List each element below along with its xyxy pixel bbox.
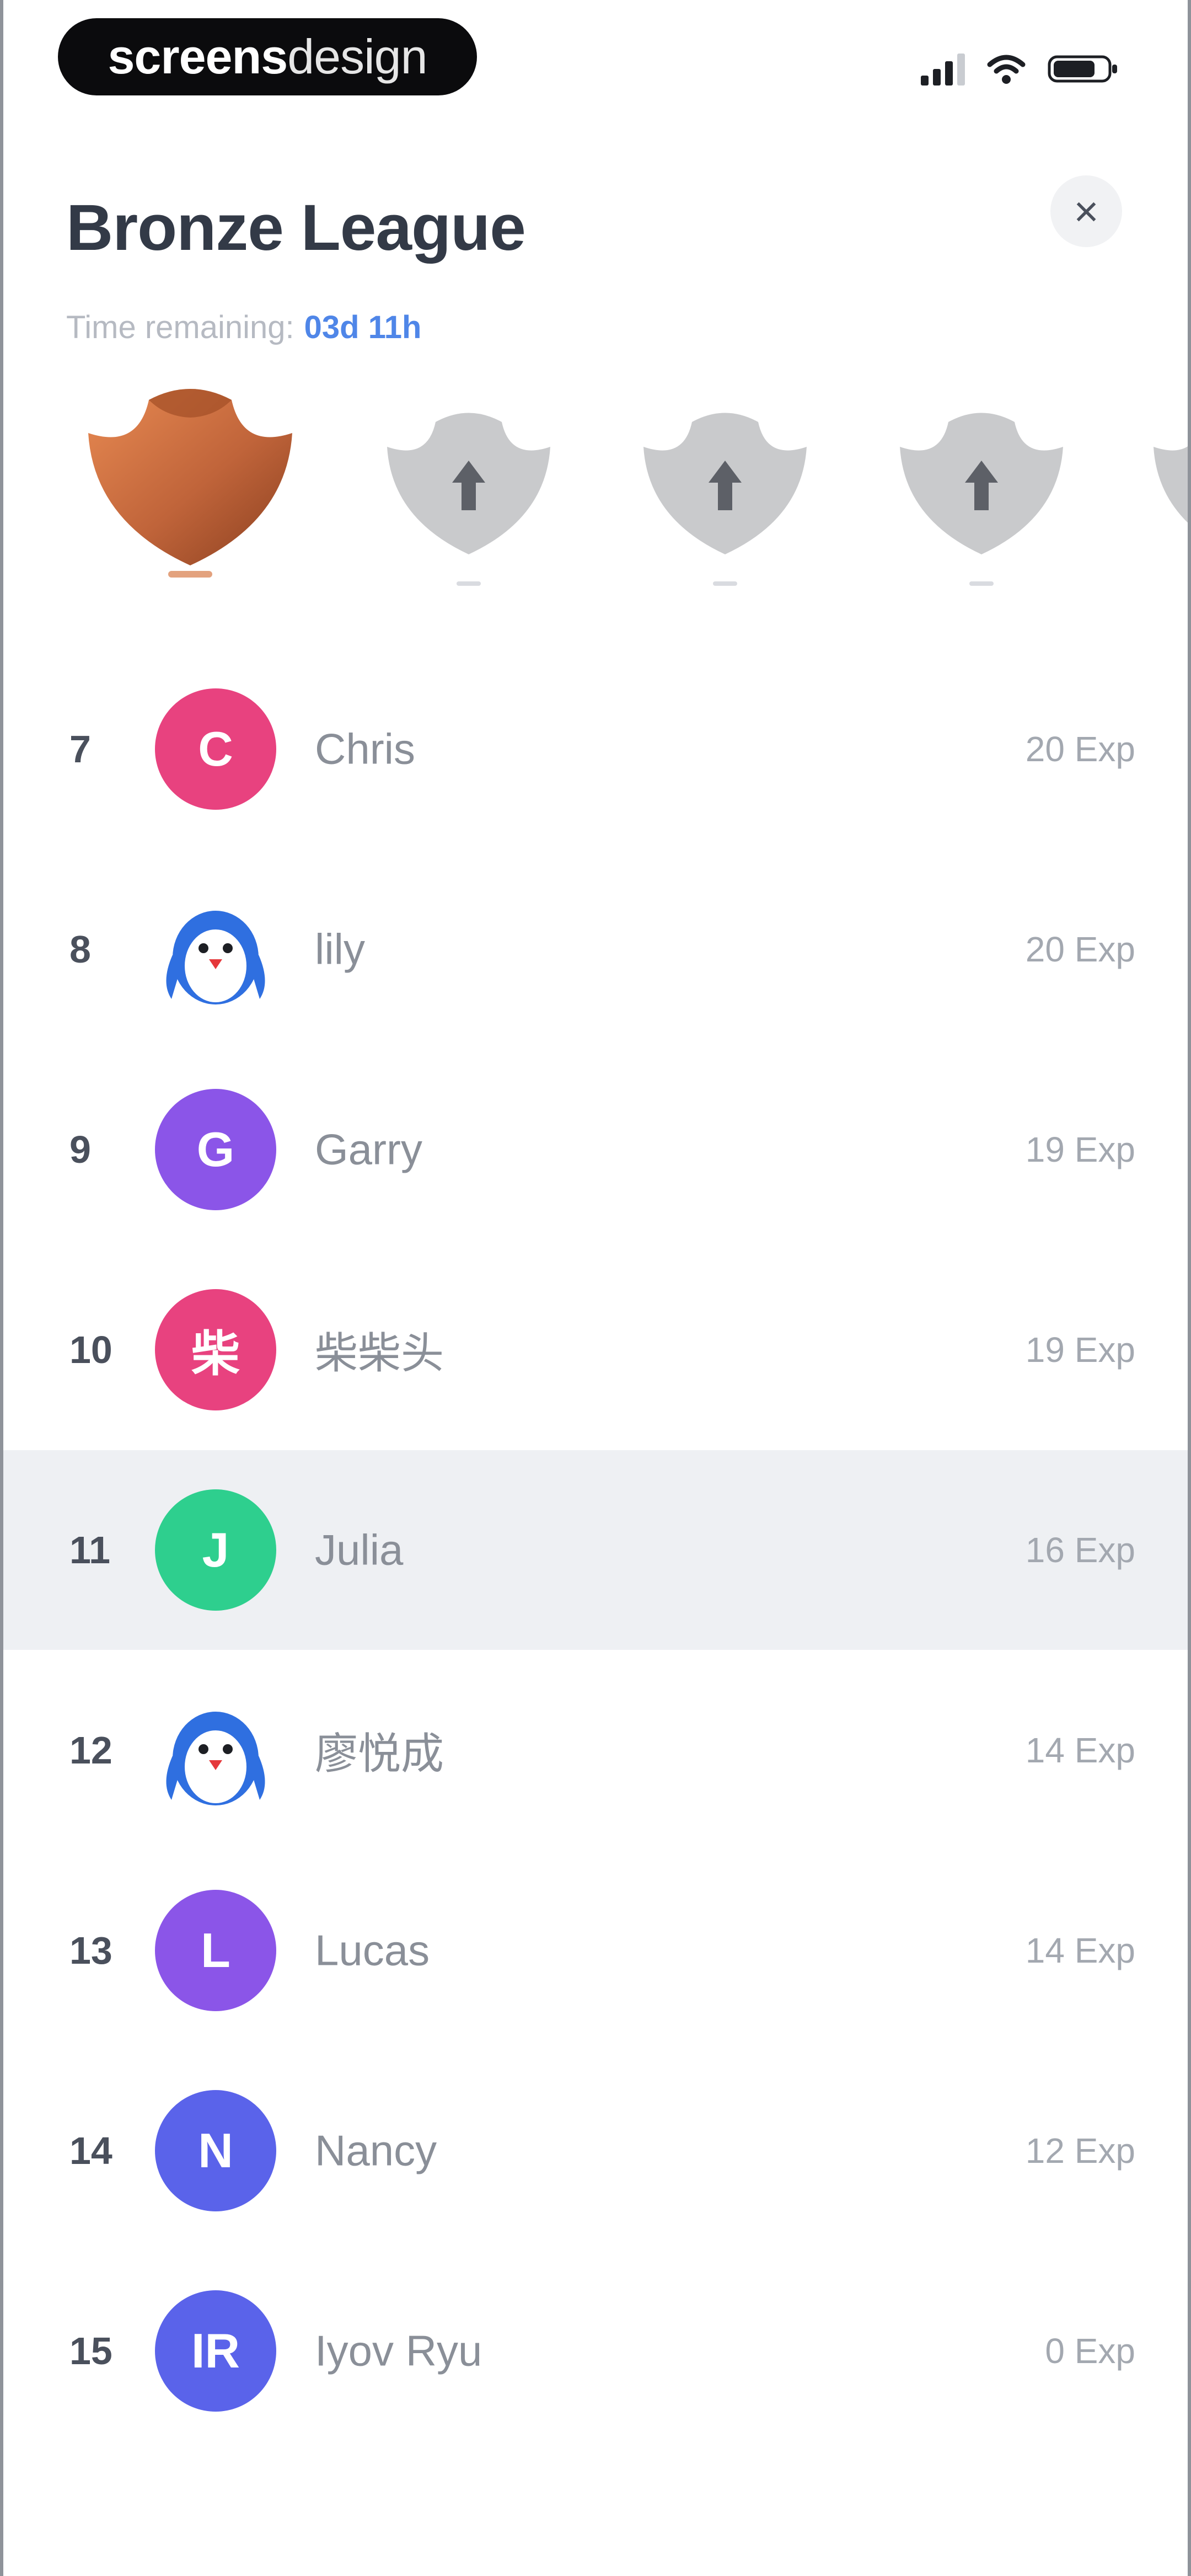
- leaderboard-row[interactable]: 11 J Julia 16 Exp: [3, 1450, 1188, 1650]
- leaderboard-row[interactable]: 8 lily 20 Exp: [3, 849, 1188, 1049]
- rank-number: 10: [69, 1328, 112, 1371]
- rank-number: 12: [69, 1729, 112, 1772]
- player-exp: 20 Exp: [1025, 729, 1135, 769]
- device-frame-right: [1188, 0, 1191, 2576]
- player-name: Chris: [315, 724, 416, 773]
- avatar[interactable]: G: [155, 1089, 276, 1210]
- close-icon: ×: [1074, 186, 1099, 236]
- league-badge-dash: [969, 581, 994, 586]
- time-remaining: Time remaining: 03d 11h: [66, 309, 421, 346]
- leaderboard-row[interactable]: 15 IR Iyov Ryu 0 Exp: [3, 2251, 1188, 2451]
- avatar-initials: G: [196, 1122, 235, 1177]
- avatar-initials: N: [198, 2123, 233, 2178]
- player-exp: 14 Exp: [1025, 1931, 1135, 1970]
- avatar[interactable]: 柴: [155, 1289, 276, 1410]
- player-name: Lucas: [315, 1926, 430, 1975]
- rank-number: 8: [69, 928, 91, 971]
- avatar[interactable]: J: [155, 1489, 276, 1611]
- time-remaining-value: 03d 11h: [304, 309, 422, 345]
- avatar-initials: C: [198, 722, 233, 776]
- player-exp: 19 Exp: [1025, 1330, 1135, 1370]
- league-badge-bronze[interactable]: [77, 383, 303, 582]
- league-badge-locked-1[interactable]: [380, 408, 557, 586]
- avatar[interactable]: [155, 889, 276, 1010]
- avatar-initials: L: [201, 1923, 230, 1978]
- league-badge-dash: [457, 581, 481, 586]
- player-exp: 20 Exp: [1025, 929, 1135, 969]
- rank-number: 15: [69, 2329, 112, 2372]
- player-name: Iyov Ryu: [315, 2326, 482, 2375]
- avatar[interactable]: [155, 1690, 276, 1811]
- avatar[interactable]: L: [155, 1890, 276, 2011]
- rank-number: 14: [69, 2129, 112, 2172]
- battery-icon: [1048, 55, 1117, 83]
- close-button[interactable]: ×: [1050, 175, 1122, 247]
- league-badge-dash: [713, 581, 737, 586]
- time-remaining-label: Time remaining:: [66, 309, 294, 345]
- rank-number: 11: [69, 1529, 110, 1572]
- page-title: Bronze League: [66, 191, 526, 264]
- league-badge-locked-4[interactable]: [1147, 408, 1188, 568]
- player-exp: 16 Exp: [1025, 1530, 1135, 1570]
- bronze-trophy-icon: [88, 389, 292, 578]
- player-exp: 19 Exp: [1025, 1130, 1135, 1169]
- locked-league-icon: [1154, 446, 1188, 523]
- brand-bold-text: screens: [108, 29, 288, 84]
- wifi-icon: [987, 55, 1026, 84]
- signal-icon: [921, 52, 965, 85]
- status-icons: [921, 50, 1119, 88]
- avatar[interactable]: IR: [155, 2290, 276, 2412]
- avatar-initials: IR: [191, 2323, 240, 2378]
- locked-league-icon: [643, 413, 807, 554]
- leaderboard-row[interactable]: 9 G Garry 19 Exp: [3, 1050, 1188, 1249]
- avatar-initials: J: [202, 1522, 229, 1577]
- player-name: Garry: [315, 1125, 422, 1174]
- player-exp: 12 Exp: [1025, 2131, 1135, 2171]
- leaderboard-row[interactable]: 13 L Lucas 14 Exp: [3, 1851, 1188, 2050]
- leaderboard-row[interactable]: 14 N Nancy 12 Exp: [3, 2051, 1188, 2251]
- avatar-initials: 柴: [191, 1326, 240, 1381]
- player-exp: 0 Exp: [1045, 2331, 1135, 2371]
- player-name: 廖悦成: [315, 1729, 444, 1778]
- avatar[interactable]: N: [155, 2090, 276, 2211]
- leaderboard-row[interactable]: 12 廖悦成 14 Exp: [3, 1650, 1188, 1850]
- locked-league-icon: [900, 413, 1063, 554]
- penguin-avatar-icon: [166, 911, 265, 1004]
- avatar[interactable]: C: [155, 688, 276, 810]
- brand-light-text: design: [287, 29, 427, 84]
- locked-league-icon: [387, 413, 550, 554]
- rank-number: 9: [69, 1128, 91, 1171]
- player-name: lily: [315, 924, 365, 974]
- leaderboard-row[interactable]: 7 C Chris 20 Exp: [3, 649, 1188, 849]
- penguin-avatar-icon: [166, 1712, 265, 1805]
- player-exp: 14 Exp: [1025, 1730, 1135, 1770]
- player-name: Nancy: [315, 2126, 437, 2175]
- rank-number: 7: [69, 728, 91, 771]
- player-name: Julia: [315, 1525, 404, 1574]
- leaderboard-row[interactable]: 10 柴 柴柴头 19 Exp: [3, 1250, 1188, 1450]
- brand-watermark: screens design: [58, 18, 477, 95]
- rank-number: 13: [69, 1929, 112, 1972]
- player-name: 柴柴头: [315, 1329, 444, 1377]
- league-badge-locked-3[interactable]: [893, 408, 1070, 586]
- league-badge-locked-2[interactable]: [637, 408, 813, 586]
